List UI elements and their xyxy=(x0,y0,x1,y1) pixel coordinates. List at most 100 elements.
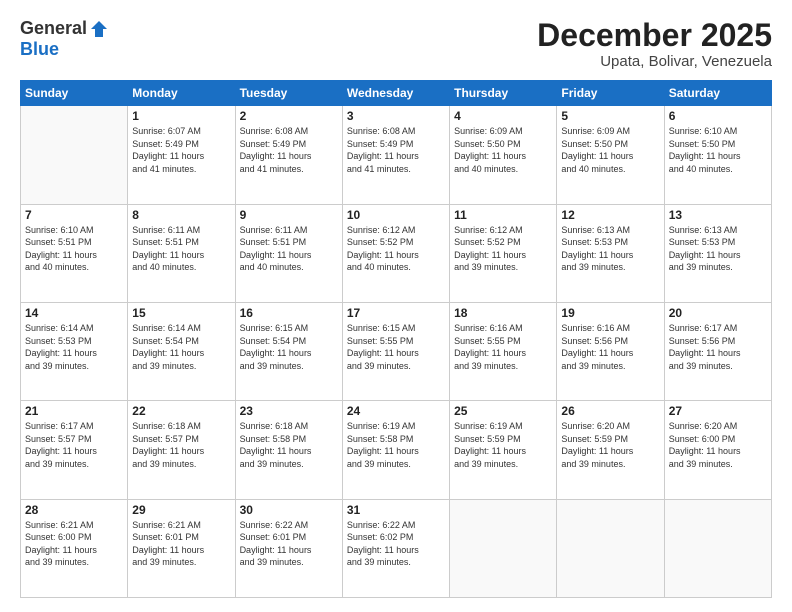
day-number: 2 xyxy=(240,109,338,123)
calendar-cell: 27 Sunrise: 6:20 AMSunset: 6:00 PMDayligh… xyxy=(664,401,771,499)
day-number: 1 xyxy=(132,109,230,123)
calendar-cell xyxy=(21,106,128,204)
day-info: Sunrise: 6:10 AMSunset: 5:51 PMDaylight:… xyxy=(25,224,123,274)
day-info: Sunrise: 6:21 AMSunset: 6:01 PMDaylight:… xyxy=(132,519,230,569)
calendar-cell xyxy=(450,499,557,597)
calendar-cell: 15 Sunrise: 6:14 AMSunset: 5:54 PMDayligh… xyxy=(128,302,235,400)
day-number: 15 xyxy=(132,306,230,320)
day-number: 10 xyxy=(347,208,445,222)
day-number: 6 xyxy=(669,109,767,123)
day-number: 19 xyxy=(561,306,659,320)
calendar-cell: 24 Sunrise: 6:19 AMSunset: 5:58 PMDayligh… xyxy=(342,401,449,499)
day-number: 30 xyxy=(240,503,338,517)
day-number: 4 xyxy=(454,109,552,123)
calendar-cell: 9Sunrise: 6:11 AMSunset: 5:51 PMDaylight… xyxy=(235,204,342,302)
calendar-cell: 19 Sunrise: 6:16 AMSunset: 5:56 PMDayligh… xyxy=(557,302,664,400)
day-info: Sunrise: 6:13 AMSunset: 5:53 PMDaylight:… xyxy=(561,224,659,274)
day-info: Sunrise: 6:07 AMSunset: 5:49 PMDaylight:… xyxy=(132,125,230,175)
day-info: Sunrise: 6:18 AMSunset: 5:57 PMDaylight:… xyxy=(132,420,230,470)
calendar-cell: 13 Sunrise: 6:13 AMSunset: 5:53 PMDayligh… xyxy=(664,204,771,302)
calendar-header-friday: Friday xyxy=(557,81,664,106)
calendar-cell: 28 Sunrise: 6:21 AMSunset: 6:00 PMDayligh… xyxy=(21,499,128,597)
calendar-cell: 10 Sunrise: 6:12 AMSunset: 5:52 PMDayligh… xyxy=(342,204,449,302)
calendar-cell: 2 Sunrise: 6:08 AMSunset: 5:49 PMDaylight… xyxy=(235,106,342,204)
month-title: December 2025 xyxy=(537,18,772,53)
day-number: 29 xyxy=(132,503,230,517)
calendar-cell: 11Sunrise: 6:12 AMSunset: 5:52 PMDayligh… xyxy=(450,204,557,302)
calendar-cell: 17Sunrise: 6:15 AMSunset: 5:55 PMDayligh… xyxy=(342,302,449,400)
day-number: 23 xyxy=(240,404,338,418)
calendar-header-sunday: Sunday xyxy=(21,81,128,106)
calendar-cell: 8 Sunrise: 6:11 AMSunset: 5:51 PMDaylight… xyxy=(128,204,235,302)
day-number: 18 xyxy=(454,306,552,320)
day-info: Sunrise: 6:20 AMSunset: 5:59 PMDaylight:… xyxy=(561,420,659,470)
day-number: 11 xyxy=(454,208,552,222)
calendar-cell: 7 Sunrise: 6:10 AMSunset: 5:51 PMDaylight… xyxy=(21,204,128,302)
day-number: 20 xyxy=(669,306,767,320)
day-number: 12 xyxy=(561,208,659,222)
calendar-cell: 22 Sunrise: 6:18 AMSunset: 5:57 PMDayligh… xyxy=(128,401,235,499)
calendar-cell: 14 Sunrise: 6:14 AMSunset: 5:53 PMDayligh… xyxy=(21,302,128,400)
day-info: Sunrise: 6:12 AMSunset: 5:52 PMDaylight:… xyxy=(347,224,445,274)
day-number: 7 xyxy=(25,208,123,222)
day-number: 13 xyxy=(669,208,767,222)
day-number: 14 xyxy=(25,306,123,320)
logo-icon xyxy=(89,19,109,39)
day-number: 31 xyxy=(347,503,445,517)
day-number: 27 xyxy=(669,404,767,418)
day-info: Sunrise: 6:11 AMSunset: 5:51 PMDaylight:… xyxy=(132,224,230,274)
day-info: Sunrise: 6:14 AMSunset: 5:54 PMDaylight:… xyxy=(132,322,230,372)
day-info: Sunrise: 6:20 AMSunset: 6:00 PMDaylight:… xyxy=(669,420,767,470)
day-info: Sunrise: 6:15 AMSunset: 5:54 PMDaylight:… xyxy=(240,322,338,372)
day-number: 17 xyxy=(347,306,445,320)
day-info: Sunrise: 6:09 AMSunset: 5:50 PMDaylight:… xyxy=(454,125,552,175)
logo: General Blue xyxy=(20,18,109,60)
day-info: Sunrise: 6:11 AMSunset: 5:51 PMDaylight:… xyxy=(240,224,338,274)
day-number: 25 xyxy=(454,404,552,418)
day-number: 21 xyxy=(25,404,123,418)
day-number: 5 xyxy=(561,109,659,123)
calendar-cell: 30Sunrise: 6:22 AMSunset: 6:01 PMDayligh… xyxy=(235,499,342,597)
calendar-table: SundayMondayTuesdayWednesdayThursdayFrid… xyxy=(20,80,772,598)
day-info: Sunrise: 6:10 AMSunset: 5:50 PMDaylight:… xyxy=(669,125,767,175)
title-block: December 2025 Upata, Bolivar, Venezuela xyxy=(537,18,772,70)
day-info: Sunrise: 6:08 AMSunset: 5:49 PMDaylight:… xyxy=(240,125,338,175)
day-info: Sunrise: 6:19 AMSunset: 5:59 PMDaylight:… xyxy=(454,420,552,470)
calendar-cell: 4 Sunrise: 6:09 AMSunset: 5:50 PMDaylight… xyxy=(450,106,557,204)
day-info: Sunrise: 6:18 AMSunset: 5:58 PMDaylight:… xyxy=(240,420,338,470)
day-info: Sunrise: 6:21 AMSunset: 6:00 PMDaylight:… xyxy=(25,519,123,569)
day-number: 22 xyxy=(132,404,230,418)
calendar-week-4: 21Sunrise: 6:17 AMSunset: 5:57 PMDayligh… xyxy=(21,401,772,499)
day-number: 24 xyxy=(347,404,445,418)
calendar-header-thursday: Thursday xyxy=(450,81,557,106)
calendar-cell xyxy=(557,499,664,597)
calendar-cell: 5 Sunrise: 6:09 AMSunset: 5:50 PMDaylight… xyxy=(557,106,664,204)
calendar-cell: 16 Sunrise: 6:15 AMSunset: 5:54 PMDayligh… xyxy=(235,302,342,400)
calendar-cell xyxy=(664,499,771,597)
logo-blue-text: Blue xyxy=(20,39,59,60)
day-info: Sunrise: 6:09 AMSunset: 5:50 PMDaylight:… xyxy=(561,125,659,175)
day-info: Sunrise: 6:14 AMSunset: 5:53 PMDaylight:… xyxy=(25,322,123,372)
calendar-header-wednesday: Wednesday xyxy=(342,81,449,106)
day-info: Sunrise: 6:22 AMSunset: 6:02 PMDaylight:… xyxy=(347,519,445,569)
calendar-cell: 31 Sunrise: 6:22 AMSunset: 6:02 PMDayligh… xyxy=(342,499,449,597)
day-number: 8 xyxy=(132,208,230,222)
calendar-week-3: 14 Sunrise: 6:14 AMSunset: 5:53 PMDayligh… xyxy=(21,302,772,400)
day-info: Sunrise: 6:08 AMSunset: 5:49 PMDaylight:… xyxy=(347,125,445,175)
day-number: 16 xyxy=(240,306,338,320)
day-number: 3 xyxy=(347,109,445,123)
calendar-cell: 25 Sunrise: 6:19 AMSunset: 5:59 PMDayligh… xyxy=(450,401,557,499)
calendar-week-5: 28 Sunrise: 6:21 AMSunset: 6:00 PMDayligh… xyxy=(21,499,772,597)
day-info: Sunrise: 6:13 AMSunset: 5:53 PMDaylight:… xyxy=(669,224,767,274)
header: General Blue December 2025 Upata, Boliva… xyxy=(20,18,772,70)
day-info: Sunrise: 6:16 AMSunset: 5:56 PMDaylight:… xyxy=(561,322,659,372)
calendar-week-2: 7 Sunrise: 6:10 AMSunset: 5:51 PMDaylight… xyxy=(21,204,772,302)
calendar-week-1: 1 Sunrise: 6:07 AMSunset: 5:49 PMDaylight… xyxy=(21,106,772,204)
calendar-header-monday: Monday xyxy=(128,81,235,106)
calendar-cell: 23 Sunrise: 6:18 AMSunset: 5:58 PMDayligh… xyxy=(235,401,342,499)
logo-general-text: General xyxy=(20,18,87,39)
calendar-cell: 20Sunrise: 6:17 AMSunset: 5:56 PMDayligh… xyxy=(664,302,771,400)
day-number: 28 xyxy=(25,503,123,517)
calendar-cell: 21Sunrise: 6:17 AMSunset: 5:57 PMDayligh… xyxy=(21,401,128,499)
day-info: Sunrise: 6:19 AMSunset: 5:58 PMDaylight:… xyxy=(347,420,445,470)
